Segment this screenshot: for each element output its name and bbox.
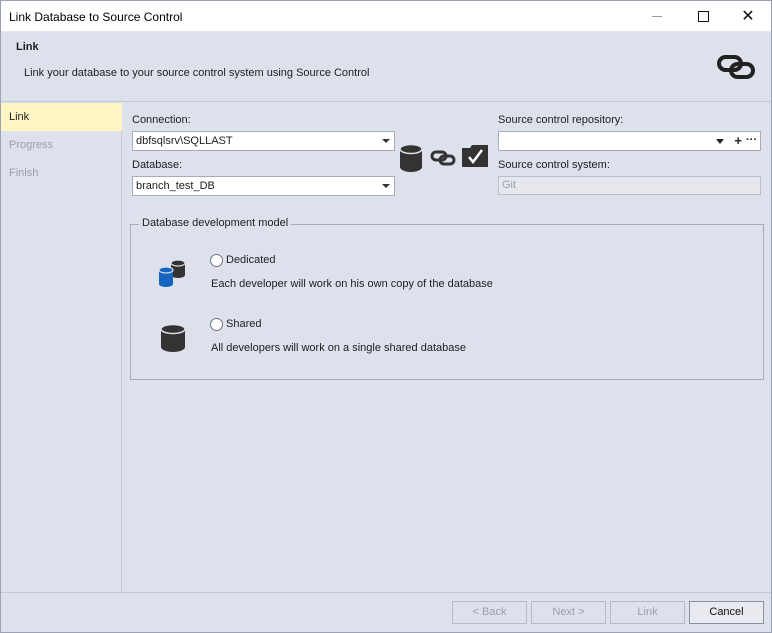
dialog-window: Link Database to Source Control ✕ Link L… <box>0 0 772 633</box>
wizard-content: Connection: dbfsqlsrv\SQLLAST Database: … <box>123 103 771 592</box>
next-button[interactable]: Next > <box>531 601 606 624</box>
link-chain-icon <box>430 150 456 166</box>
connection-label: Connection: <box>132 114 191 126</box>
wizard-header: Link Link your database to your source c… <box>1 32 771 102</box>
link-button[interactable]: Link <box>610 601 685 624</box>
shared-radio[interactable] <box>210 318 223 331</box>
minimize-icon <box>652 16 662 17</box>
shared-database-icon <box>160 323 186 352</box>
development-model-group: Database development model Dedicated Eac… <box>130 217 764 380</box>
minimize-button[interactable] <box>634 1 680 32</box>
database-combo[interactable]: branch_test_DB <box>132 176 395 196</box>
link-chain-icon <box>717 55 755 79</box>
dedicated-databases-icon <box>158 259 186 287</box>
dedicated-description: Each developer will work on his own copy… <box>211 278 493 290</box>
close-icon: ✕ <box>741 7 755 25</box>
title-bar: Link Database to Source Control ✕ <box>1 1 771 32</box>
wizard-steps-sidebar: Link Progress Finish <box>1 103 122 592</box>
repository-combo[interactable]: + ··· <box>498 131 761 151</box>
page-description: Link your database to your source contro… <box>24 67 370 79</box>
more-options-button[interactable]: ··· <box>746 131 757 149</box>
chevron-down-icon <box>382 184 390 188</box>
add-repository-button[interactable]: + <box>734 132 742 150</box>
shared-description: All developers will work on a single sha… <box>211 342 466 354</box>
connection-combo[interactable]: dbfsqlsrv\SQLLAST <box>132 131 395 151</box>
database-value: branch_test_DB <box>136 180 215 192</box>
repository-label: Source control repository: <box>498 114 624 126</box>
database-label: Database: <box>132 159 183 171</box>
maximize-icon <box>697 11 709 22</box>
dedicated-radio[interactable] <box>210 254 223 267</box>
source-control-system-field: Git <box>498 176 761 195</box>
sidebar-item-finish: Finish <box>9 167 39 179</box>
sidebar-item-progress: Progress <box>9 139 54 151</box>
connection-value: dbfsqlsrv\SQLLAST <box>136 135 233 147</box>
close-button[interactable]: ✕ <box>725 1 771 32</box>
dedicated-label[interactable]: Dedicated <box>226 254 276 266</box>
system-label: Source control system: <box>498 159 610 171</box>
chevron-down-icon <box>382 139 390 143</box>
sidebar-item-link[interactable]: Link <box>1 103 122 131</box>
development-model-title: Database development model <box>139 217 292 229</box>
cancel-button[interactable]: Cancel <box>689 601 764 624</box>
database-icon <box>399 143 423 172</box>
back-button[interactable]: < Back <box>452 601 527 624</box>
shared-label[interactable]: Shared <box>226 318 261 330</box>
maximize-button[interactable] <box>680 1 726 32</box>
window-title: Link Database to Source Control <box>9 10 183 24</box>
page-title: Link <box>16 41 39 53</box>
chevron-down-icon[interactable] <box>716 139 724 144</box>
source-control-folder-icon <box>462 145 488 167</box>
wizard-footer: < Back Next > Link Cancel <box>1 592 771 632</box>
